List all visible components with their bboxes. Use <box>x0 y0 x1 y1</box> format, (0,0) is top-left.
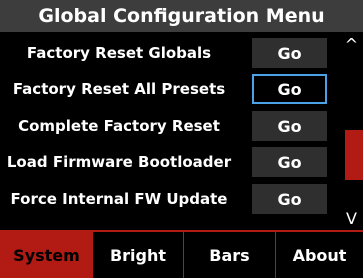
menu-row-factory-reset-globals: Factory Reset Globals Go <box>0 38 340 68</box>
menu-label: Complete Factory Reset <box>18 117 220 135</box>
screen: Global Configuration Menu Factory Reset … <box>0 0 363 278</box>
tab-system[interactable]: System <box>0 230 92 278</box>
tab-bar: System Bright Bars About <box>0 230 363 278</box>
menu-label: Force Internal FW Update <box>10 190 228 208</box>
force-internal-fw-update-go-button[interactable]: Go <box>252 184 327 214</box>
tab-bars[interactable]: Bars <box>183 230 275 278</box>
load-firmware-bootloader-go-button[interactable]: Go <box>252 147 327 177</box>
title-bar: Global Configuration Menu <box>0 0 363 32</box>
menu-label: Factory Reset All Presets <box>12 80 226 98</box>
scroll-track[interactable] <box>345 56 363 206</box>
menu-row-complete-factory-reset: Complete Factory Reset Go <box>0 111 340 141</box>
scroll-down-icon[interactable]: V <box>340 208 363 228</box>
scroll-up-icon[interactable]: ^ <box>340 34 363 54</box>
tab-about[interactable]: About <box>275 230 363 278</box>
scrollbar[interactable]: ^ V <box>340 32 363 230</box>
tab-bright[interactable]: Bright <box>92 230 183 278</box>
menu-label: Factory Reset Globals <box>26 44 212 62</box>
factory-reset-all-presets-go-button[interactable]: Go <box>252 74 327 104</box>
complete-factory-reset-go-button[interactable]: Go <box>252 111 327 141</box>
page-title: Global Configuration Menu <box>38 5 325 27</box>
menu-row-load-firmware-bootloader: Load Firmware Bootloader Go <box>0 147 340 177</box>
menu-row-factory-reset-all-presets: Factory Reset All Presets Go <box>0 74 340 104</box>
factory-reset-globals-go-button[interactable]: Go <box>252 38 327 68</box>
menu-label: Load Firmware Bootloader <box>6 153 232 171</box>
menu-row-force-internal-fw-update: Force Internal FW Update Go <box>0 184 340 214</box>
scroll-thumb[interactable] <box>345 130 363 180</box>
